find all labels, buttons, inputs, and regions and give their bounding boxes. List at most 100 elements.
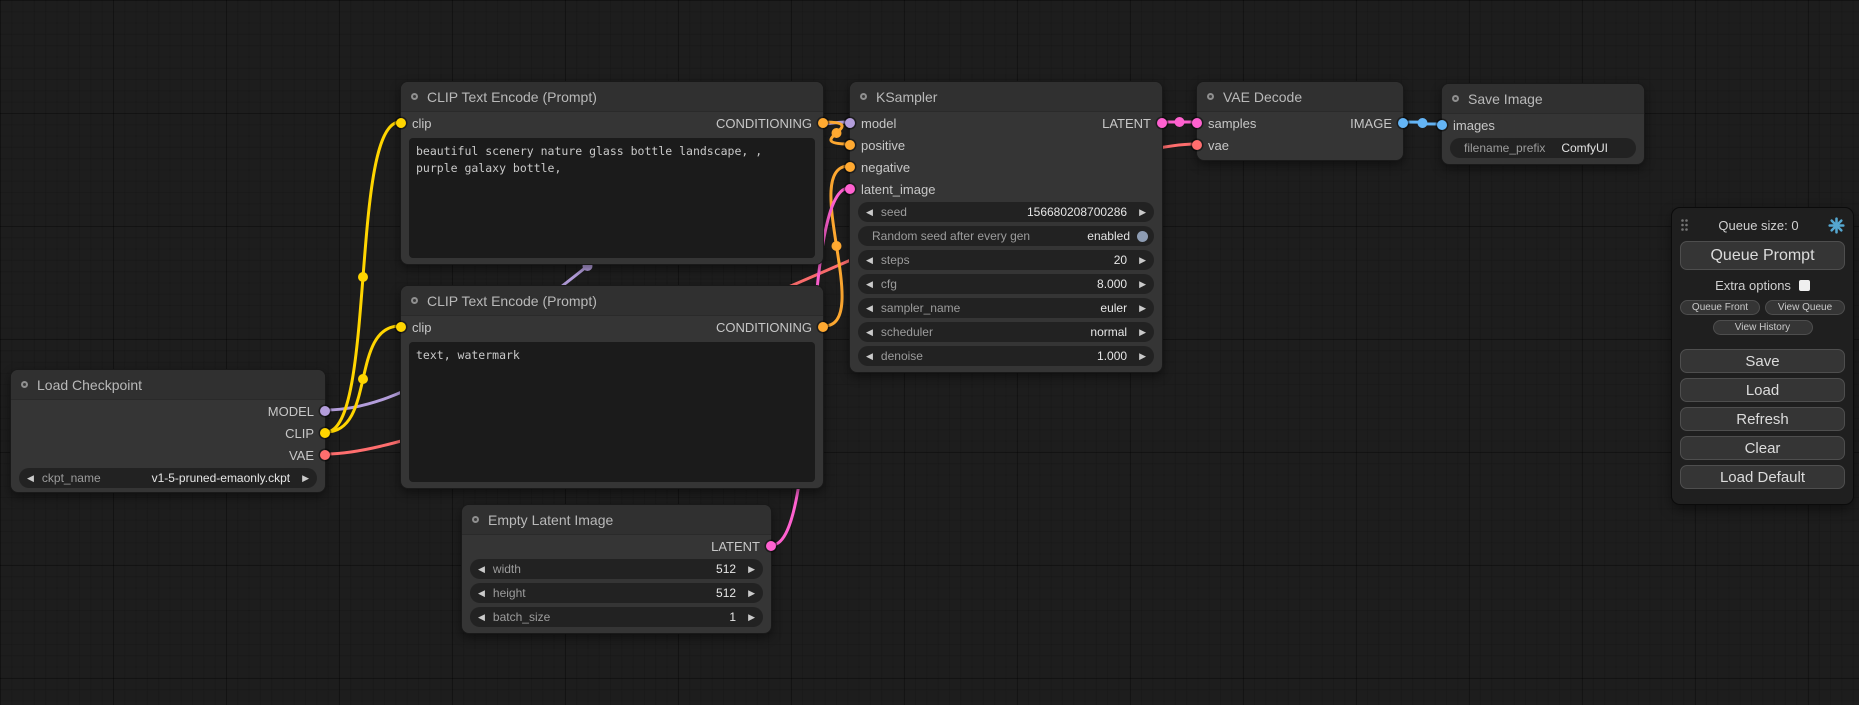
decrement-arrow-icon[interactable]: ◀ [858,303,881,314]
increment-arrow-icon[interactable]: ▶ [1131,279,1154,290]
widget-height[interactable]: ◀height512▶ [470,583,763,603]
output-slot-LATENT-icon[interactable] [1157,118,1167,128]
save-button[interactable]: Save [1680,349,1845,373]
toggle-dot-icon[interactable] [1137,231,1148,242]
decrement-arrow-icon[interactable]: ◀ [470,564,493,575]
extra-options-checkbox[interactable] [1799,280,1810,291]
widget-seed[interactable]: ◀seed156680208700286▶ [858,202,1154,222]
slot-rows: modelLATENTpositivenegativelatent_image [850,112,1162,200]
node-title-bar[interactable]: KSampler [850,82,1162,112]
slot-row: modelLATENT [850,112,1162,134]
node-title-bar[interactable]: VAE Decode [1197,82,1403,112]
input-slot-clip-icon[interactable] [396,118,406,128]
node-vae-decode[interactable]: VAE DecodesamplesIMAGEvae [1196,81,1404,161]
slot-row: latent_image [850,178,1162,200]
widget-batch_size[interactable]: ◀batch_size1▶ [470,607,763,627]
widget-width[interactable]: ◀width512▶ [470,559,763,579]
decrement-arrow-icon[interactable]: ◀ [858,207,881,218]
load-button[interactable]: Load [1680,378,1845,402]
output-slot-CONDITIONING-icon[interactable] [818,322,828,332]
output-slot-CLIP-icon[interactable] [320,428,330,438]
drag-handle-icon[interactable] [1680,218,1689,232]
node-layer: Load CheckpointMODELCLIPVAE◀ckpt_namev1-… [0,0,1859,705]
node-load-checkpoint[interactable]: Load CheckpointMODELCLIPVAE◀ckpt_namev1-… [10,369,326,493]
increment-arrow-icon[interactable]: ▶ [294,473,317,484]
decrement-arrow-icon[interactable]: ◀ [858,279,881,290]
prompt-textarea[interactable]: beautiful scenery nature glass bottle la… [409,138,815,258]
input-slot-positive-icon[interactable] [845,140,855,150]
node-title-bar[interactable]: Load Checkpoint [11,370,325,400]
widget-label: denoise [881,349,923,363]
input-slot-clip-icon[interactable] [396,322,406,332]
node-ksampler[interactable]: KSamplermodelLATENTpositivenegativelaten… [849,81,1163,373]
increment-arrow-icon[interactable]: ▶ [740,612,763,623]
decrement-arrow-icon[interactable]: ◀ [19,473,42,484]
load-default-button[interactable]: Load Default [1680,465,1845,489]
widget-Random seed after every gen[interactable]: Random seed after every genenabled [858,226,1154,246]
widget-filename_prefix[interactable]: filename_prefixComfyUI [1450,138,1636,158]
output-slot-LATENT-icon[interactable] [766,541,776,551]
input-slot-images-icon[interactable] [1437,120,1447,130]
increment-arrow-icon[interactable]: ▶ [1131,327,1154,338]
increment-arrow-icon[interactable]: ▶ [1131,351,1154,362]
slot-rows: images [1442,114,1644,136]
output-slot-label: CONDITIONING [716,116,812,131]
output-slot-IMAGE-icon[interactable] [1398,118,1408,128]
input-slot-label: samples [1208,116,1256,131]
collapse-dot-icon[interactable] [411,297,418,304]
output-slot-CONDITIONING-icon[interactable] [818,118,828,128]
view-queue-button[interactable]: View Queue [1765,300,1845,315]
increment-arrow-icon[interactable]: ▶ [1131,303,1154,314]
widget-sampler_name[interactable]: ◀sampler_nameeuler▶ [858,298,1154,318]
collapse-dot-icon[interactable] [1452,95,1459,102]
input-slot-samples-icon[interactable] [1192,118,1202,128]
extra-options-label: Extra options [1715,278,1791,293]
widget-scheduler[interactable]: ◀schedulernormal▶ [858,322,1154,342]
decrement-arrow-icon[interactable]: ◀ [470,588,493,599]
queue-front-button[interactable]: Queue Front [1680,300,1760,315]
node-clip-text-encode-positive[interactable]: CLIP Text Encode (Prompt)clipCONDITIONIN… [400,81,824,265]
node-clip-text-encode-negative[interactable]: CLIP Text Encode (Prompt)clipCONDITIONIN… [400,285,824,489]
queue-prompt-button[interactable]: Queue Prompt [1680,241,1845,270]
node-title-bar[interactable]: Save Image [1442,84,1644,114]
input-slot-model-icon[interactable] [845,118,855,128]
refresh-button[interactable]: Refresh [1680,407,1845,431]
slot-row-right: MODEL [268,404,314,419]
node-title: Save Image [1468,91,1543,107]
input-slot-latent_image-icon[interactable] [845,184,855,194]
widget-ckpt_name[interactable]: ◀ckpt_namev1-5-pruned-emaonly.ckpt▶ [19,468,317,488]
node-save-image[interactable]: Save Image imagesfilename_prefixComfyUI [1441,83,1645,165]
decrement-arrow-icon[interactable]: ◀ [858,327,881,338]
node-title-bar[interactable]: CLIP Text Encode (Prompt) [401,286,823,316]
node-title-bar[interactable]: Empty Latent Image [462,505,771,535]
collapse-dot-icon[interactable] [860,93,867,100]
view-history-button[interactable]: View History [1713,320,1813,335]
increment-arrow-icon[interactable]: ▶ [1131,207,1154,218]
widget-cfg[interactable]: ◀cfg8.000▶ [858,274,1154,294]
node-empty-latent-image[interactable]: Empty Latent ImageLATENT◀width512▶◀heigh… [461,504,772,634]
widget-steps[interactable]: ◀steps20▶ [858,250,1154,270]
widget-area: ◀seed156680208700286▶ Random seed after e… [850,200,1162,376]
increment-arrow-icon[interactable]: ▶ [740,588,763,599]
settings-gear-icon[interactable] [1828,217,1845,234]
output-slot-VAE-icon[interactable] [320,450,330,460]
collapse-dot-icon[interactable] [472,516,479,523]
node-title: Empty Latent Image [488,512,613,528]
collapse-dot-icon[interactable] [21,381,28,388]
widget-denoise[interactable]: ◀denoise1.000▶ [858,346,1154,366]
decrement-arrow-icon[interactable]: ◀ [858,351,881,362]
widget-label: filename_prefix [1464,141,1545,155]
input-slot-vae-icon[interactable] [1192,140,1202,150]
decrement-arrow-icon[interactable]: ◀ [470,612,493,623]
node-title-bar[interactable]: CLIP Text Encode (Prompt) [401,82,823,112]
prompt-textarea[interactable]: text, watermark [409,342,815,482]
collapse-dot-icon[interactable] [1207,93,1214,100]
output-slot-MODEL-icon[interactable] [320,406,330,416]
increment-arrow-icon[interactable]: ▶ [740,564,763,575]
increment-arrow-icon[interactable]: ▶ [1131,255,1154,266]
clear-button[interactable]: Clear [1680,436,1845,460]
graph-canvas[interactable]: Load CheckpointMODELCLIPVAE◀ckpt_namev1-… [0,0,1859,705]
input-slot-negative-icon[interactable] [845,162,855,172]
collapse-dot-icon[interactable] [411,93,418,100]
decrement-arrow-icon[interactable]: ◀ [858,255,881,266]
